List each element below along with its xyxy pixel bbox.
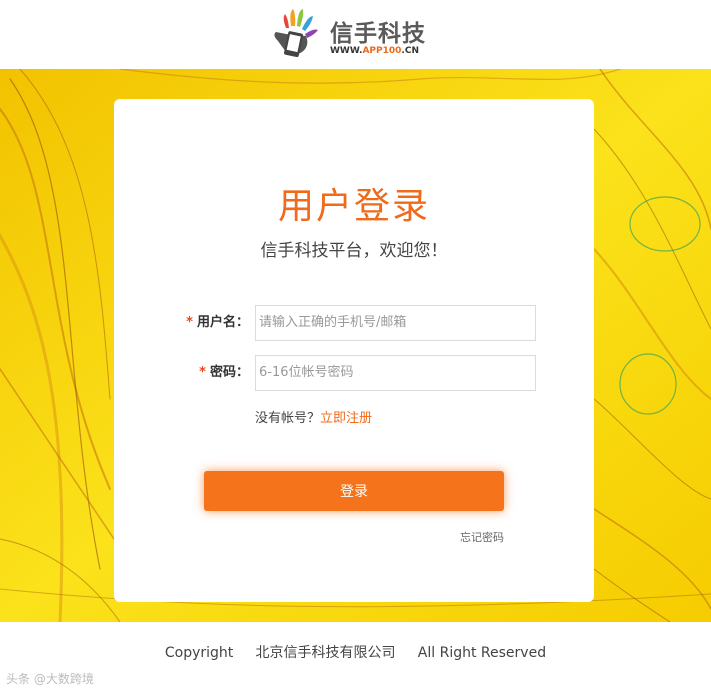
forgot-password-link[interactable]: 忘记密码 (460, 529, 504, 545)
login-button[interactable]: 登录 (204, 471, 504, 511)
register-link[interactable]: 立即注册 (320, 411, 372, 426)
password-row: * 密码： (114, 355, 594, 391)
login-card: 用户登录 信手科技平台，欢迎您！ *用户名： *密码： 没有帐号？立即注册 登录… (114, 99, 594, 602)
register-prompt: 没有帐号？立即注册 (255, 407, 372, 426)
required-mark: * (199, 365, 206, 380)
password-input[interactable] (255, 355, 536, 391)
login-title: 用户登录 (277, 186, 430, 227)
watermark: 头条 @大数跨境 (6, 672, 94, 686)
hand-phone-logo-icon (274, 9, 318, 58)
username-row: * 用户名： (114, 305, 594, 341)
username-label-text: 用户名： (196, 315, 249, 330)
username-input[interactable] (255, 305, 536, 341)
footer: Copyright 北京信手科技有限公司 All Right Reserved … (0, 622, 711, 693)
header: 信手科技 WWW.APP100.CN (0, 0, 711, 69)
no-account-text: 没有帐号？ (255, 411, 321, 426)
brand-name: 信手科技 (330, 21, 426, 47)
password-label-text: 密码： (209, 365, 249, 380)
brand-logo[interactable]: 信手科技 WWW.APP100.CN (272, 8, 442, 60)
password-label: * 密码： (199, 355, 249, 391)
brand-url-suffix: .CN (401, 46, 419, 56)
brand-url-highlight: APP100 (362, 46, 402, 56)
required-mark: * (186, 315, 193, 330)
brand-url: WWW.APP100.CN (330, 46, 419, 56)
username-label: * 用户名： (186, 305, 249, 341)
brand-url-prefix: WWW. (330, 46, 363, 56)
welcome-subtitle: 信手科技平台，欢迎您！ (260, 241, 448, 261)
copyright-text: Copyright 北京信手科技有限公司 All Right Reserved (164, 645, 547, 661)
